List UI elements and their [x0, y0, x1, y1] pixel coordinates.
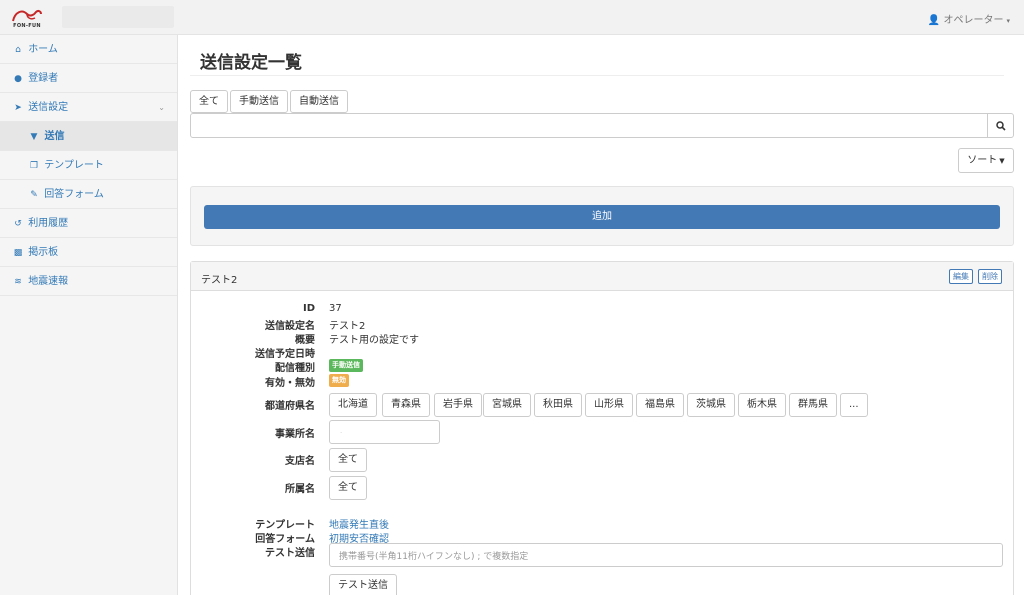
search-bar	[190, 113, 1014, 138]
page-title: 送信設定一覧	[200, 53, 302, 73]
sidebar-item-earthquake[interactable]: ≋ 地震速報	[0, 267, 177, 296]
user-menu[interactable]: 👤 オペレーター ▾	[928, 11, 1010, 26]
sidebar-item-label: 登録者	[28, 73, 59, 84]
search-icon	[996, 121, 1006, 131]
prefecture-tag[interactable]: 栃木県	[738, 393, 786, 417]
prefecture-tag[interactable]: 茨城県	[687, 393, 735, 417]
field-label-branch: 支店名	[285, 456, 315, 467]
chevron-down-icon: ⌄	[158, 103, 165, 112]
prefecture-tag[interactable]: 山形県	[585, 393, 633, 417]
sidebar-item-label: ホーム	[28, 44, 58, 55]
filter-icon: ▼	[30, 132, 38, 142]
add-well: 追加	[190, 186, 1014, 246]
sidebar-item-send[interactable]: ▼ 送信	[0, 122, 177, 151]
field-label-test-send: テスト送信	[265, 548, 315, 559]
sidebar-item-label: 送信設定	[28, 102, 69, 113]
user-menu-label: オペレーター	[943, 15, 1004, 26]
sidebar-item-label: 掲示板	[28, 247, 59, 258]
sidebar-item-home[interactable]: ⌂ ホーム	[0, 35, 177, 64]
office-field-dot: .	[340, 427, 343, 435]
top-navbar: FON-FUN 👤 オペレーター ▾	[0, 0, 1024, 35]
search-input[interactable]	[190, 113, 988, 138]
sidebar-item-label: テンプレート	[44, 160, 104, 171]
app-logo[interactable]: FON-FUN	[10, 6, 44, 32]
prefecture-tag[interactable]: 青森県	[382, 393, 430, 417]
department-select-button[interactable]: 全て	[329, 476, 367, 500]
filter-auto-button[interactable]: 自動送信	[290, 90, 348, 113]
sidebar-item-registrants[interactable]: ● 登録者	[0, 64, 177, 93]
office-name-field[interactable]: .	[329, 420, 440, 444]
sidebar-item-send-settings[interactable]: ➤ 送信設定 ⌄	[0, 93, 177, 122]
caret-down-icon: ▼	[999, 157, 1005, 165]
rss-icon: ≋	[14, 277, 22, 287]
sidebar-item-board[interactable]: ▩ 掲示板	[0, 238, 177, 267]
edit-icon: ✎	[30, 190, 38, 200]
test-phone-placeholder: 携帯番号(半角11桁ハイフンなし) ; で複数指定	[339, 552, 529, 562]
history-icon: ↺	[14, 219, 22, 229]
test-send-button[interactable]: テスト送信	[329, 574, 397, 595]
field-label-office: 事業所名	[275, 429, 315, 440]
sidebar-item-label: 利用履歴	[28, 218, 69, 229]
comments-icon: ▩	[13, 248, 23, 258]
delivery-type-value: 手動送信	[329, 359, 363, 372]
home-icon: ⌂	[15, 45, 21, 55]
panel-heading: テスト2 編集 削除	[191, 262, 1013, 291]
search-button[interactable]	[987, 113, 1014, 138]
enabled-value: 無効	[329, 374, 349, 387]
filter-button-group: 全て 手動送信 自動送信	[190, 90, 350, 113]
prefecture-tag[interactable]: 群馬県	[789, 393, 837, 417]
delete-button[interactable]: 削除	[978, 269, 1002, 284]
title-divider	[190, 75, 1004, 76]
prefecture-tag[interactable]: 宮城県	[483, 393, 531, 417]
field-label-department: 所属名	[285, 484, 315, 495]
prefecture-tag[interactable]: 北海道	[329, 393, 377, 417]
field-value-name: テスト2	[329, 321, 366, 332]
edit-button[interactable]: 編集	[949, 269, 973, 284]
sidebar: ⌂ ホーム ● 登録者 ➤ 送信設定 ⌄ ▼ 送信 ❐ テンプレート ✎ 回答フ…	[0, 35, 178, 595]
field-value-summary: テスト用の設定です	[329, 335, 419, 346]
sidebar-item-label: 送信	[44, 131, 65, 142]
field-label-delivery-type: 配信種別	[275, 363, 315, 374]
sidebar-item-label: 地震速報	[28, 276, 69, 287]
field-label-answer-form: 回答フォーム	[255, 534, 315, 545]
panel-title: テスト2	[201, 275, 238, 286]
template-link[interactable]: 地震発生直後	[329, 516, 389, 531]
sidebar-item-answer-form[interactable]: ✎ 回答フォーム	[0, 180, 177, 209]
prefecture-more-button[interactable]: ...	[840, 393, 868, 417]
prefecture-tag[interactable]: 岩手県	[434, 393, 482, 417]
prefecture-tag[interactable]: 福島県	[636, 393, 684, 417]
filter-all-button[interactable]: 全て	[190, 90, 228, 113]
send-setting-panel: テスト2 編集 削除 ID 37 送信設定名 テスト2 概要 テスト用の設定です…	[190, 261, 1014, 595]
logo-wave-icon	[12, 9, 42, 22]
prefecture-tag[interactable]: 秋田県	[534, 393, 582, 417]
test-phone-input[interactable]: 携帯番号(半角11桁ハイフンなし) ; で複数指定	[329, 543, 1003, 567]
add-button[interactable]: 追加	[204, 205, 1000, 229]
caret-down-icon: ▾	[1006, 17, 1010, 25]
field-label-template: テンプレート	[255, 520, 315, 531]
field-label-name: 送信設定名	[265, 321, 315, 332]
topbar-blank-field	[62, 6, 174, 28]
sidebar-item-templates[interactable]: ❐ テンプレート	[0, 151, 177, 180]
logo-text: FON-FUN	[13, 23, 41, 29]
delivery-type-badge: 手動送信	[329, 359, 363, 372]
enabled-status-badge: 無効	[329, 374, 349, 387]
field-label-schedule: 送信予定日時	[255, 349, 315, 360]
sidebar-item-history[interactable]: ↺ 利用履歴	[0, 209, 177, 238]
branch-select-button[interactable]: 全て	[329, 448, 367, 472]
send-icon: ➤	[14, 103, 22, 113]
copy-icon: ❐	[29, 161, 39, 171]
field-label-id: ID	[302, 303, 315, 314]
sidebar-item-label: 回答フォーム	[44, 189, 104, 200]
filter-manual-button[interactable]: 手動送信	[230, 90, 288, 113]
sort-label: ソート	[967, 155, 998, 166]
field-label-prefecture: 都道府県名	[265, 401, 315, 412]
user-icon: 👤	[927, 15, 941, 26]
user-icon: ●	[14, 74, 22, 84]
field-label-enabled: 有効・無効	[265, 378, 315, 389]
field-label-summary: 概要	[295, 335, 315, 346]
field-value-id: 37	[329, 303, 342, 314]
sort-dropdown-button[interactable]: ソート ▼	[958, 148, 1014, 173]
